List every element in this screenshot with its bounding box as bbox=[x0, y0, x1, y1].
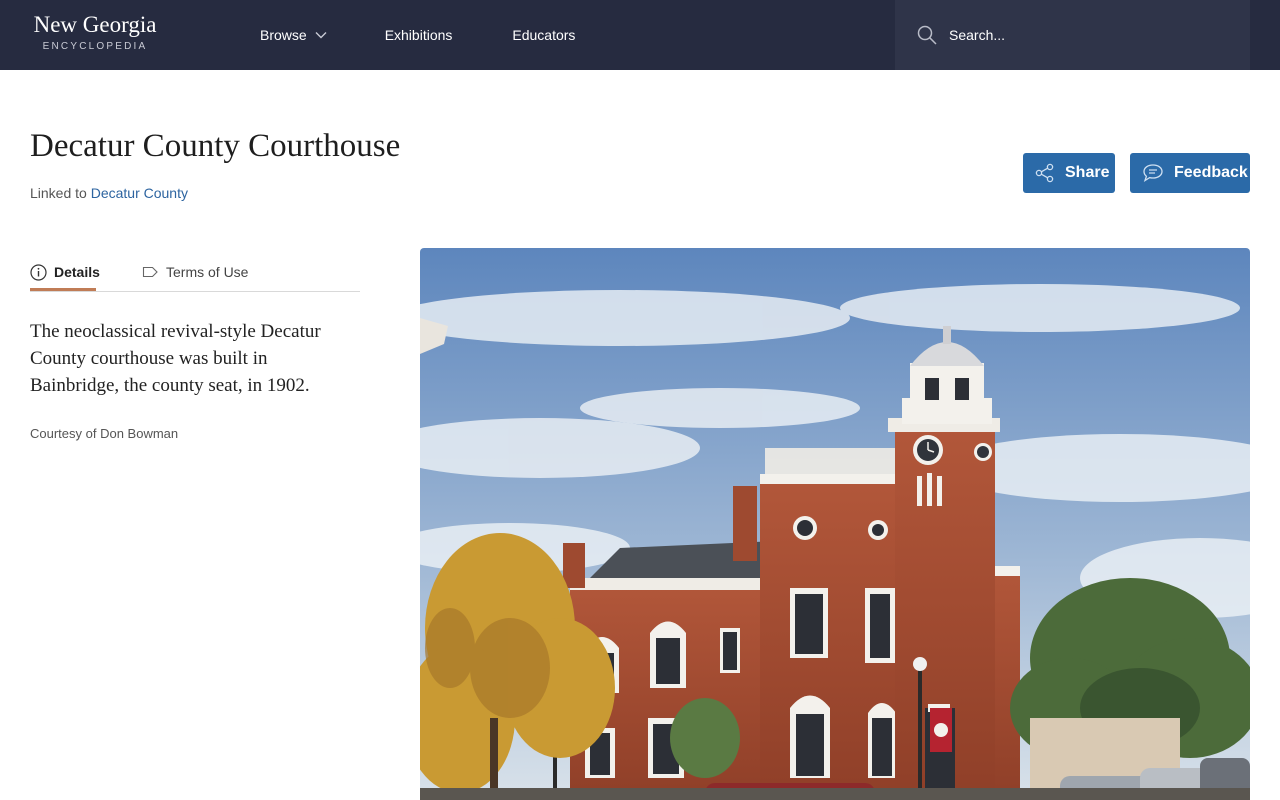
linked-prefix: Linked to bbox=[30, 185, 87, 201]
linked-to: Linked to Decatur County bbox=[30, 185, 188, 201]
courthouse-photo[interactable] bbox=[420, 248, 1250, 800]
tab-details-label: Details bbox=[54, 264, 100, 280]
share-label: Share bbox=[1065, 164, 1110, 181]
tab-terms-label: Terms of Use bbox=[166, 264, 249, 280]
search-box[interactable]: Search... bbox=[895, 0, 1250, 70]
speech-bubble-icon bbox=[1142, 163, 1164, 183]
logo-title: New Georgia bbox=[33, 12, 157, 37]
logo-subtitle: ENCYCLOPEDIA bbox=[42, 41, 148, 52]
site-logo[interactable]: New Georgia ENCYCLOPEDIA bbox=[30, 12, 160, 54]
search-input[interactable]: Search... bbox=[949, 27, 1005, 43]
tab-terms-of-use[interactable]: Terms of Use bbox=[142, 255, 248, 289]
search-icon bbox=[917, 25, 937, 45]
courthouse-illustration bbox=[420, 248, 1250, 800]
page-title: Decatur County Courthouse bbox=[30, 128, 401, 164]
main-nav: Browse Exhibitions Educators bbox=[260, 0, 575, 70]
feedback-label: Feedback bbox=[1174, 164, 1248, 181]
nav-educators[interactable]: Educators bbox=[512, 27, 575, 43]
tab-details[interactable]: Details bbox=[30, 255, 100, 291]
top-nav-bar: New Georgia ENCYCLOPEDIA Browse Exhibiti… bbox=[0, 0, 1280, 70]
info-icon bbox=[30, 263, 47, 281]
linked-county-link[interactable]: Decatur County bbox=[91, 185, 188, 201]
image-caption: The neoclassical revival-style Decatur C… bbox=[30, 321, 321, 396]
share-button[interactable]: Share bbox=[1023, 153, 1115, 193]
feedback-button[interactable]: Feedback bbox=[1130, 153, 1250, 193]
nav-browse-label: Browse bbox=[260, 27, 307, 43]
image-credit: Courtesy of Don Bowman bbox=[30, 426, 179, 441]
media-tabs: Details Terms of Use bbox=[30, 255, 360, 292]
nav-browse[interactable]: Browse bbox=[260, 27, 327, 43]
nav-exhibitions[interactable]: Exhibitions bbox=[385, 27, 453, 43]
tag-icon bbox=[142, 265, 159, 279]
share-icon bbox=[1035, 163, 1055, 183]
chevron-down-icon bbox=[315, 31, 327, 39]
